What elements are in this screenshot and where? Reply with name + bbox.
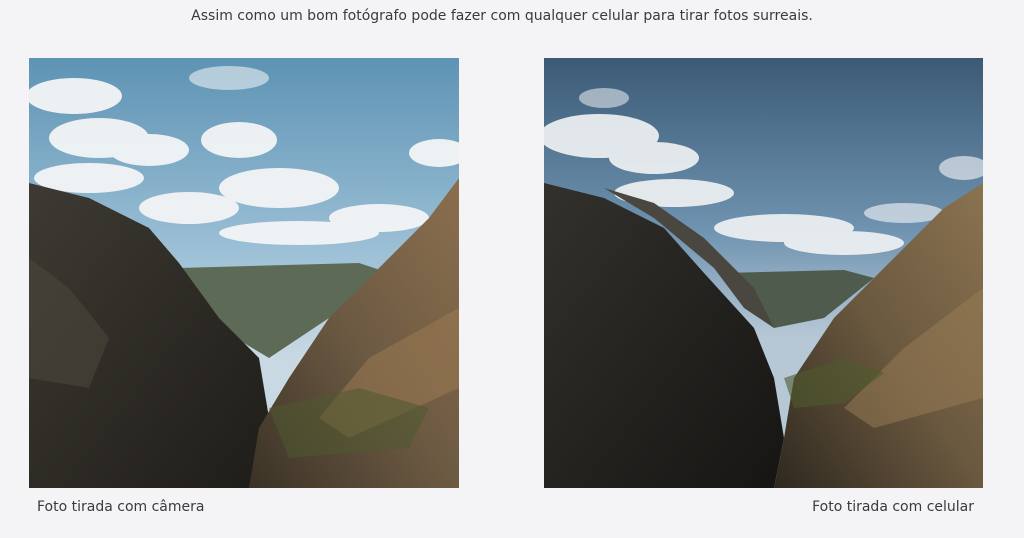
canyon-landscape-photo-icon xyxy=(29,58,459,488)
canyon-landscape-photo-icon xyxy=(544,58,983,488)
page-headline: Assim como um bom fotógrafo pode fazer c… xyxy=(191,8,813,24)
phone-photo xyxy=(544,58,983,488)
camera-photo-caption: Foto tirada com câmera xyxy=(37,499,205,515)
camera-photo xyxy=(29,58,459,488)
phone-photo-caption: Foto tirada com celular xyxy=(812,499,974,515)
